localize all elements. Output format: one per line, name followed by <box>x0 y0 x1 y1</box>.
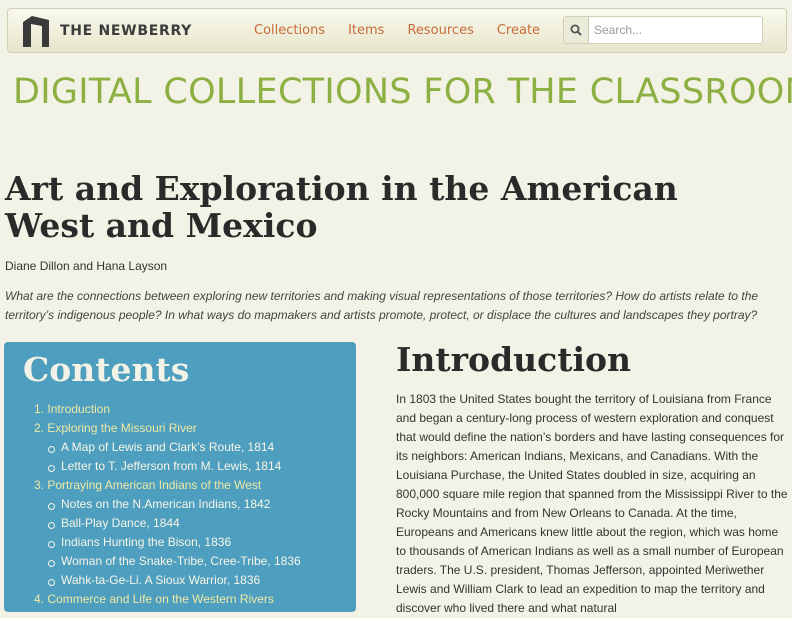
introduction-heading: Introduction <box>396 340 632 379</box>
toc-link-commerce[interactable]: Commerce and Life on the Western Rivers <box>47 592 274 606</box>
toc-sublink[interactable]: Ball-Play Dance, 1844 <box>61 516 180 530</box>
toc-subitem: A Map of Lewis and Clark’s Route, 1814 <box>48 438 301 457</box>
toc-sublink[interactable]: A Map of Lewis and Clark’s Route, 1814 <box>61 440 274 454</box>
nav-resources[interactable]: Resources <box>407 23 473 38</box>
toc-number: 2. <box>34 421 45 435</box>
newberry-logo-icon <box>23 16 49 47</box>
authors: Diane Dillon and Hana Layson <box>5 259 168 273</box>
toc-item: 3. Portraying American Indians of the We… <box>34 476 301 590</box>
toc-link-exploring[interactable]: Exploring the Missouri River <box>47 421 196 435</box>
toc-sublink[interactable]: Letter to T. Jefferson from M. Lewis, 18… <box>61 459 281 473</box>
guiding-questions: What are the connections between explori… <box>5 289 759 322</box>
toc-subitem: Ball-Play Dance, 1844 <box>48 514 301 533</box>
table-of-contents: 1. Introduction 2. Exploring the Missour… <box>34 400 301 609</box>
toc-number: 3. <box>34 478 45 492</box>
toc-sublink[interactable]: Wahk-ta-Ge-Li. A Sioux Warrior, 1836 <box>61 573 260 587</box>
toc-subitem: Wahk-ta-Ge-Li. A Sioux Warrior, 1836 <box>48 571 301 590</box>
page-title: Art and Exploration in the American West… <box>5 169 678 245</box>
toc-item: 2. Exploring the Missouri River A Map of… <box>34 419 301 476</box>
toc-number: 4. <box>34 592 45 606</box>
site-title: DIGITAL COLLECTIONS FOR THE CLASSROOM <box>13 72 792 112</box>
logo-text: THE NEWBERRY <box>60 23 192 39</box>
contents-heading: Contents <box>23 350 190 389</box>
toc-number: 1. <box>34 402 45 416</box>
toc-subitem: Notes on the N.American Indians, 1842 <box>48 495 301 514</box>
toc-subitem: Indians Hunting the Bison, 1836 <box>48 533 301 552</box>
toc-sublink[interactable]: Notes on the N.American Indians, 1842 <box>61 497 270 511</box>
nav-create[interactable]: Create <box>497 23 540 38</box>
nav-items[interactable]: Items <box>348 23 384 38</box>
introduction-text: In 1803 the United States bought the ter… <box>396 392 788 615</box>
search-icon <box>570 24 582 36</box>
newberry-logo[interactable]: THE NEWBERRY <box>20 13 192 49</box>
nav-collections[interactable]: Collections <box>254 23 325 38</box>
toc-item: 1. Introduction <box>34 400 301 419</box>
toc-link-portraying[interactable]: Portraying American Indians of the West <box>47 478 261 492</box>
toc-subitem: Woman of the Snake-Tribe, Cree-Tribe, 18… <box>48 552 301 571</box>
search-box <box>563 16 763 44</box>
contents-panel: Contents 1. Introduction 2. Exploring th… <box>4 342 356 612</box>
navbar: THE NEWBERRY Collections Items Resources… <box>7 8 787 53</box>
main-nav: Collections Items Resources Create <box>254 9 563 52</box>
toc-link-introduction[interactable]: Introduction <box>47 402 110 416</box>
search-input[interactable] <box>589 17 762 43</box>
toc-subitem: Letter to T. Jefferson from M. Lewis, 18… <box>48 457 301 476</box>
search-button[interactable] <box>564 17 589 43</box>
toc-sublink[interactable]: Indians Hunting the Bison, 1836 <box>61 535 231 549</box>
toc-sublist: A Map of Lewis and Clark’s Route, 1814 L… <box>34 438 301 476</box>
toc-sublink[interactable]: Woman of the Snake-Tribe, Cree-Tribe, 18… <box>61 554 301 568</box>
toc-sublist: Notes on the N.American Indians, 1842 Ba… <box>34 495 301 590</box>
